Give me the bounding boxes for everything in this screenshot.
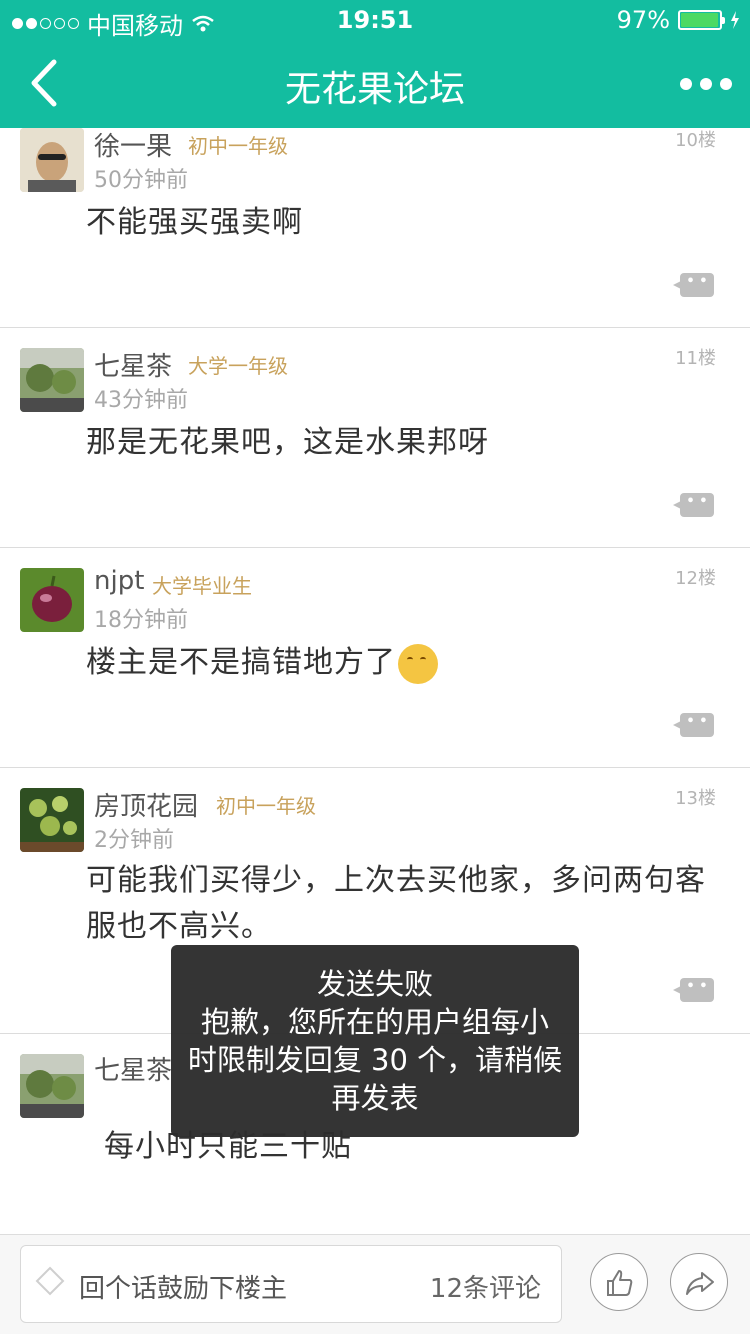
page-title: 无花果论坛 — [284, 69, 465, 110]
battery-icon — [678, 10, 725, 30]
post-content: 那是无花果吧，这是水果邦呀 — [86, 425, 489, 460]
watermark-logo-icon — [35, 1266, 65, 1296]
floor-number: 12楼 — [675, 568, 716, 589]
charging-icon — [731, 11, 739, 29]
header: 中国移动 19:51 97% 无花果论坛 — [0, 0, 750, 128]
nav-bar: 无花果论坛 — [0, 40, 750, 128]
like-button[interactable] — [590, 1253, 648, 1311]
status-bar: 中国移动 19:51 97% — [0, 0, 750, 40]
toast-message-line: 再发表 — [331, 1081, 419, 1115]
share-icon — [686, 1272, 714, 1295]
post-time: 2分钟前 — [94, 828, 174, 853]
list-item: 徐一果 初中一年级 10楼 50分钟前 不能强买强卖啊 — [0, 128, 750, 328]
user-level: 初中一年级 — [188, 134, 288, 158]
post-time: 43分钟前 — [94, 388, 188, 413]
list-item: njpt 大学毕业生 12楼 18分钟前 楼主是不是搞错地方了 — [0, 548, 750, 768]
post-time: 50分钟前 — [94, 168, 188, 193]
reply-button[interactable] — [673, 273, 714, 297]
toast-message-line: 时限制发回复 30 个，请稍候 — [187, 1043, 563, 1077]
thumbs-up-icon — [607, 1270, 633, 1296]
username[interactable]: 徐一果 — [94, 128, 172, 163]
reply-button[interactable] — [673, 493, 714, 517]
toast-message-line: 抱歉，您所在的用户组每小 — [200, 1005, 549, 1039]
battery-percent: 97% — [616, 6, 670, 34]
toast-title: 发送失败 — [316, 967, 433, 1001]
user-level: 初中一年级 — [216, 794, 316, 818]
reply-button[interactable] — [673, 978, 714, 1002]
avatar[interactable] — [20, 568, 84, 632]
more-dots-icon — [680, 78, 692, 90]
username[interactable]: njpt — [94, 566, 144, 596]
avatar[interactable] — [20, 348, 84, 412]
share-button[interactable] — [670, 1253, 728, 1311]
comment-count[interactable]: 12条评论 — [430, 1268, 541, 1305]
user-level: 大学一年级 — [188, 354, 288, 378]
floor-number: 13楼 — [675, 788, 716, 809]
reply-button[interactable] — [673, 713, 714, 737]
floor-number: 10楼 — [675, 130, 716, 151]
floor-number: 11楼 — [675, 348, 716, 369]
avatar[interactable] — [20, 788, 84, 852]
username[interactable]: 七星茶 — [94, 346, 172, 383]
more-button[interactable] — [680, 70, 732, 98]
hugging-face-emoji-icon — [398, 643, 438, 684]
avatar[interactable] — [20, 1054, 84, 1118]
post-content: 可能我们买得少，上次去买他家，多问两句客服也不高兴。 — [86, 863, 706, 944]
error-toast: 发送失败 抱歉，您所在的用户组每小 时限制发回复 30 个，请稍候 再发表 — [171, 945, 579, 1137]
post-content: 楼主是不是搞错地方了 — [86, 640, 726, 686]
post-content: 不能强买强卖啊 — [86, 205, 303, 240]
post-content-text: 楼主是不是搞错地方了 — [86, 645, 396, 680]
bottom-bar: 回个话鼓励下楼主 12条评论 — [0, 1234, 750, 1334]
comment-input[interactable]: 回个话鼓励下楼主 12条评论 — [20, 1245, 562, 1323]
avatar[interactable] — [20, 128, 84, 192]
list-item: 七星茶 大学一年级 11楼 43分钟前 那是无花果吧，这是水果邦呀 — [0, 328, 750, 548]
comment-placeholder: 回个话鼓励下楼主 — [79, 1274, 288, 1304]
username[interactable]: 房顶花园 — [94, 786, 198, 823]
username[interactable]: 七星茶 — [94, 1050, 172, 1087]
user-level: 大学毕业生 — [152, 574, 252, 598]
post-time: 18分钟前 — [94, 608, 188, 633]
